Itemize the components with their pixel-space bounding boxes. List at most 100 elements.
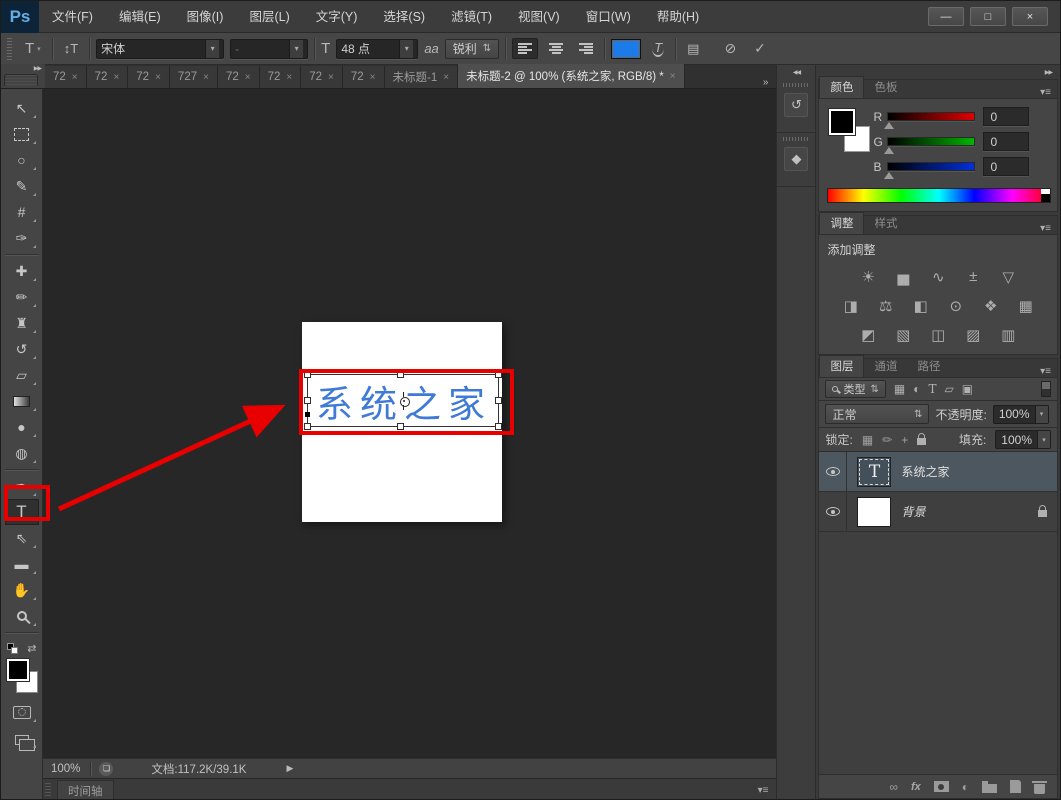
screen-mode-button[interactable] [5, 725, 39, 751]
eye-icon[interactable] [826, 467, 840, 476]
document-tab[interactable]: 72× [343, 66, 385, 88]
spot-healing-brush-tool[interactable]: ✚ [5, 258, 39, 284]
menu-select[interactable]: 选择(S) [370, 1, 438, 33]
layer-row-text[interactable]: T 系统之家 [819, 452, 1057, 492]
visibility-cell[interactable] [819, 492, 847, 531]
foreground-color-swatch[interactable] [7, 659, 29, 681]
selective-color-icon[interactable]: ▥ [998, 326, 1018, 344]
tab-styles[interactable]: 样式 [864, 213, 907, 234]
align-right-button[interactable] [574, 39, 598, 58]
crop-tool[interactable]: # [5, 199, 39, 225]
document-tab[interactable]: 72× [128, 66, 170, 88]
visibility-cell[interactable] [819, 452, 847, 491]
move-tool[interactable]: ↖ [5, 95, 39, 121]
filter-shape-icon[interactable]: ▱ [944, 382, 953, 396]
menu-layer[interactable]: 图层(L) [236, 1, 302, 33]
close-tab-icon[interactable]: × [245, 72, 251, 83]
exposure-icon[interactable]: ± [963, 268, 983, 286]
black-white-icon[interactable]: ◧ [911, 297, 931, 315]
filter-toggle-switch[interactable] [1041, 381, 1051, 397]
font-style-select[interactable]: - ▾ [230, 39, 308, 59]
threshold-icon[interactable]: ◫ [928, 326, 948, 344]
expand-dock-icon[interactable]: ◀◀ [793, 65, 800, 79]
rectangle-tool[interactable]: ▬ [5, 551, 39, 577]
font-size-select[interactable]: 48 点 ▾ [336, 39, 418, 59]
lock-position-icon[interactable]: + [901, 433, 908, 447]
panel-menu-icon[interactable]: ▾≡ [1040, 223, 1057, 234]
close-tab-icon[interactable]: × [670, 71, 676, 82]
status-options-icon[interactable]: ▶ [286, 763, 293, 774]
transform-handle[interactable] [495, 397, 502, 404]
menu-filter[interactable]: 滤镜(T) [438, 1, 505, 33]
link-layers-icon[interactable]: ∞ [889, 780, 898, 794]
black-swatch[interactable] [1041, 194, 1050, 202]
close-tab-icon[interactable]: × [328, 72, 334, 83]
tab-adjustments[interactable]: 调整 [819, 212, 864, 234]
layer-row-background[interactable]: 背景 [819, 492, 1057, 532]
transform-handle[interactable] [397, 371, 404, 378]
new-group-icon[interactable] [982, 784, 997, 793]
tool-preset-picker[interactable]: T ▾ [20, 38, 46, 59]
blue-value-field[interactable]: 0 [983, 157, 1029, 176]
posterize-icon[interactable]: ▧ [893, 326, 913, 344]
menu-edit[interactable]: 编辑(E) [106, 1, 174, 33]
anti-alias-select[interactable]: 锐利 ⇅ [445, 39, 499, 59]
panel-menu-icon[interactable]: ▾≡ [1040, 87, 1057, 98]
dodge-tool[interactable]: ◍ [5, 440, 39, 466]
document-tab-active[interactable]: 未标题-2 @ 100% (系统之家, RGB/8) *× [458, 64, 684, 88]
3d-panel-button[interactable]: ◆ [777, 133, 815, 187]
new-adjustment-layer-icon[interactable]: ◐ [962, 780, 969, 794]
tab-paths[interactable]: 路径 [907, 356, 950, 377]
minimize-button[interactable]: — [928, 7, 964, 26]
rectangular-marquee-tool[interactable] [5, 121, 39, 147]
fill-field[interactable]: 100% ▾ [995, 430, 1051, 449]
font-family-select[interactable]: 宋体 ▾ [96, 39, 224, 59]
zoom-tool[interactable] [5, 603, 39, 629]
curves-icon[interactable]: ∿ [928, 268, 948, 286]
tab-timeline[interactable]: 时间轴 [57, 780, 114, 800]
type-layer-thumbnail[interactable]: T [857, 457, 891, 487]
vibrance-icon[interactable]: ▽ [998, 268, 1018, 286]
close-tab-icon[interactable]: × [370, 72, 376, 83]
document-tab[interactable]: 72× [87, 66, 129, 88]
toolbar-collapse-icon[interactable]: ▶▶ [34, 65, 41, 72]
tab-channels[interactable]: 通道 [864, 356, 907, 377]
eye-icon[interactable] [826, 507, 840, 516]
lock-transparency-icon[interactable]: ▦ [862, 433, 873, 447]
document-tab[interactable]: 72× [45, 66, 87, 88]
eraser-tool[interactable]: ▱ [5, 362, 39, 388]
lock-all-icon[interactable] [917, 438, 926, 445]
align-center-button[interactable] [544, 39, 568, 58]
warp-text-button[interactable]: T [647, 38, 669, 59]
background-layer-thumbnail[interactable] [857, 497, 891, 527]
layer-name[interactable]: 系统之家 [901, 463, 949, 480]
document-tab[interactable]: 727× [170, 66, 218, 88]
transform-handle[interactable] [495, 423, 502, 430]
brush-tool[interactable]: ✏ [5, 284, 39, 310]
tab-swatches[interactable]: 色板 [864, 77, 907, 98]
quick-mask-button[interactable] [5, 699, 39, 725]
document-status-icon[interactable]: ❏ [99, 762, 113, 776]
toolbar-gripper[interactable] [4, 74, 38, 86]
gradient-map-icon[interactable]: ▨ [963, 326, 983, 344]
menu-window[interactable]: 窗口(W) [573, 1, 644, 33]
menu-type[interactable]: 文字(Y) [303, 1, 371, 33]
layer-style-icon[interactable]: fx [911, 781, 921, 793]
red-value-field[interactable]: 0 [983, 107, 1029, 126]
text-color-swatch[interactable] [611, 39, 641, 59]
document-tab[interactable]: 未标题-1× [385, 66, 459, 88]
close-tab-icon[interactable]: × [113, 72, 119, 83]
lock-pixels-icon[interactable]: ✏ [882, 433, 892, 447]
color-spectrum-ramp[interactable] [827, 188, 1051, 203]
green-slider-thumb[interactable] [884, 147, 894, 154]
tab-overflow-icon[interactable]: » [755, 77, 777, 88]
blue-slider[interactable] [887, 162, 975, 171]
filter-pixel-icon[interactable]: ▦ [894, 382, 905, 396]
maximize-button[interactable]: □ [970, 7, 1006, 26]
filter-adjustment-icon[interactable]: ◐ [913, 382, 920, 396]
transform-handle[interactable] [304, 397, 311, 404]
transform-handle[interactable] [304, 423, 311, 430]
transform-handle[interactable] [495, 371, 502, 378]
text-orientation-button[interactable]: ↕T [59, 39, 83, 58]
clone-stamp-tool[interactable]: ♜ [5, 310, 39, 336]
